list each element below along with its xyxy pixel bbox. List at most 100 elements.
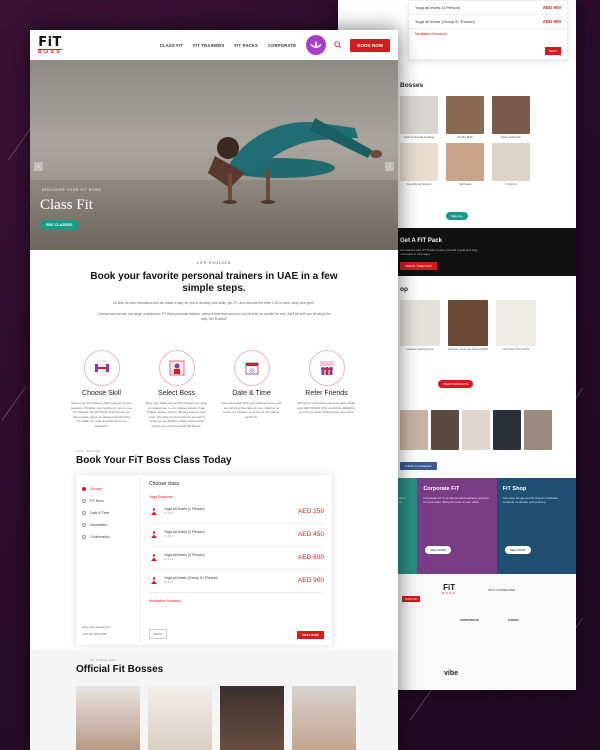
hero-title: Class Fit [40, 197, 93, 213]
see-more-button[interactable]: SEE MORE [425, 546, 452, 554]
boss-card[interactable]: Chris Ali [492, 143, 530, 186]
see-more-button[interactable]: SEE MORE [504, 546, 531, 554]
class-chooser: Choose class Yoga Sessions Yoga all leve… [141, 475, 332, 645]
back-button[interactable]: BACK [149, 628, 168, 639]
meditation-sessions-label: Meditation Sessions [149, 598, 182, 603]
intro-paragraph: Its time for new resolutions and we made… [113, 301, 315, 305]
booking-step-date[interactable]: Date & Time [76, 507, 140, 519]
nav-fit-packs[interactable]: FIT PACKS [234, 43, 258, 48]
stay-connected: STAY CONNECTED [488, 588, 516, 592]
main-menu: CLASS FIT FIT TRAINERS FIT PACKS CORPORA… [160, 43, 297, 48]
intro-section: LIFE EVOLVED Book your favorite personal… [30, 250, 398, 322]
booking-section: Home · Book Now Book Your FiT Boss Class… [30, 448, 398, 645]
boss-card[interactable]: Gianna Sound Healing [400, 96, 438, 139]
boss-photo[interactable] [76, 686, 140, 750]
boss-card[interactable]: Ellen Holbrook [492, 96, 530, 139]
next-step-button[interactable]: NEXT STEP [297, 630, 324, 639]
bosses-kicker: Our FiT Boss Team [90, 658, 116, 662]
intro-paragraph: Choose from across our range of awesome … [97, 312, 331, 321]
cart-next-button[interactable]: NEXT [544, 47, 561, 55]
fitboss-logo[interactable]: FiT BOSS [38, 36, 63, 55]
bosses-heading: Official Fit Bosses [76, 664, 164, 675]
cart-section: Meditation Sessions [415, 32, 447, 36]
svg-text:30: 30 [249, 369, 255, 375]
product-card[interactable]: Wooden Coconut Sound Bowl [448, 300, 488, 351]
signup-button[interactable]: SIGN UP [402, 596, 421, 602]
bosses-heading: Bosses [400, 82, 424, 89]
lotus-icon[interactable] [306, 35, 327, 55]
class-option[interactable]: Yoga all levels (Group 5+ Person) 1h 0min… [149, 570, 324, 593]
insta-photo[interactable] [431, 410, 459, 450]
steps-row: Choose Skill Select your FiT Class or Sk… [30, 350, 398, 429]
booking-step-info[interactable]: Information [76, 519, 140, 531]
check-them-out-button[interactable]: CHECK THEM OUT [400, 262, 437, 270]
book-now-button[interactable]: BOOK NOW [350, 38, 390, 52]
questions-text: Have any questions? [82, 624, 111, 629]
shop-heading: op [400, 286, 408, 293]
step-select-boss: Select Boss Boss your skills and get FiT… [146, 350, 208, 429]
trainer-icon [158, 350, 195, 386]
bg-streak [1, 387, 26, 421]
nav-corporate[interactable]: CORPORATE [268, 43, 296, 48]
choose-class-title: Choose class [149, 480, 180, 487]
calendar-icon: 30 [233, 350, 270, 386]
nav-class-fit[interactable]: CLASS FIT [160, 43, 183, 48]
booking-heading: Book Your FiT Boss Class Today [76, 454, 232, 466]
top-nav: FiT BOSS CLASS FIT FIT TRAINERS FIT PACK… [30, 30, 398, 60]
product-card[interactable]: Garden Swing Stool [400, 300, 440, 351]
official-bosses-section: Our FiT Boss Team Official Fit Bosses [30, 650, 398, 750]
product-grid: Garden Swing Stool Wooden Coconut Sound … [400, 300, 536, 351]
insta-photo[interactable] [524, 410, 552, 450]
cart-row[interactable]: Yoga all levels (Group 5+ Person) AED 90… [409, 15, 567, 29]
boss-card[interactable]: Stefan Mills [446, 96, 484, 139]
hero-banner: ‹ › DISCOVER YOUR FIT BOSS Class Fit SEE… [30, 60, 398, 250]
yoga-figure-image [208, 118, 382, 204]
hero-next-arrow[interactable]: › [385, 162, 394, 171]
class-option[interactable]: Yoga all levels (2 Person) 1h 0min AED 45… [149, 524, 324, 547]
step-date-time: 30 Date & Time Lets set a date! Pick you… [221, 350, 283, 429]
class-option[interactable]: Yoga all levels (1 Person) 1h 0min AED 25… [149, 501, 324, 524]
nav-fit-trainers[interactable]: FIT TRAINERS [193, 43, 224, 48]
boss-photo-row [76, 686, 356, 750]
yoga-icon [149, 553, 158, 562]
hero-prev-arrow[interactable]: ‹ [34, 162, 43, 171]
panel-shop: FiT Shop Our shop brings you the finest … [496, 478, 576, 574]
booking-step-choose[interactable]: Choose [76, 483, 140, 495]
dumbbell-icon [83, 350, 120, 386]
search-icon[interactable] [334, 41, 342, 49]
product-card[interactable]: Your Pure Fit Power [496, 300, 536, 351]
booking-step-confirm[interactable]: Confirmation [76, 531, 140, 543]
breadcrumb: Home · Book Now [76, 448, 101, 453]
boss-photo[interactable] [220, 686, 284, 750]
phone-number[interactable]: +971 50 000 0000 [82, 632, 106, 636]
boss-photo[interactable] [292, 686, 356, 750]
boss-card[interactable]: Aya Ahmar Sisters [400, 143, 438, 186]
yoga-sessions-label: Yoga Sessions [149, 494, 173, 499]
friends-icon [308, 350, 345, 386]
hero-label: DISCOVER YOUR FIT BOSS [42, 188, 101, 192]
vibe-logo: vibe [444, 670, 459, 677]
footer-col-heading: CORPORATE [460, 618, 479, 622]
booking-step-boss[interactable]: FiT Boss [76, 495, 140, 507]
booking-steps-sidebar: Choose FiT Boss Date & Time Information … [76, 474, 141, 645]
instagram-follow-button[interactable]: Follow on Instagram [400, 462, 438, 470]
booking-widget: Choose FiT Boss Date & Time Information … [76, 474, 332, 645]
see-classes-button[interactable]: SEE CLASSES [40, 220, 79, 230]
step-choose-skill: Choose Skill Select your FiT Class or Sk… [71, 350, 133, 429]
yoga-icon [149, 507, 158, 516]
boss-card[interactable]: Michaela [446, 143, 484, 186]
insta-photo[interactable] [400, 410, 428, 450]
instagram-grid [400, 410, 552, 450]
class-option[interactable]: Yoga all levels (3 Person) 1h 0min AED 60… [149, 547, 324, 570]
front-page-mockup: FiT BOSS CLASS FIT FIT TRAINERS FIT PACK… [30, 30, 398, 750]
view-products-button[interactable]: VIEW PRODUCTS [438, 380, 474, 388]
boss-grid: Gianna Sound Healing Stefan Mills Ellen … [400, 96, 530, 186]
cart-preview: Yoga all levels (3 Person) AED 600 Yoga … [408, 0, 568, 60]
intro-heading: Book your favorite personal trainers in … [90, 271, 338, 294]
see-all-button[interactable]: SEE ALL [446, 212, 469, 220]
footer-logo: FiT BOSS [442, 583, 457, 595]
cart-row[interactable]: Yoga all levels (3 Person) AED 600 [409, 1, 567, 15]
insta-photo[interactable] [462, 410, 490, 450]
boss-photo[interactable] [148, 686, 212, 750]
insta-photo[interactable] [493, 410, 521, 450]
